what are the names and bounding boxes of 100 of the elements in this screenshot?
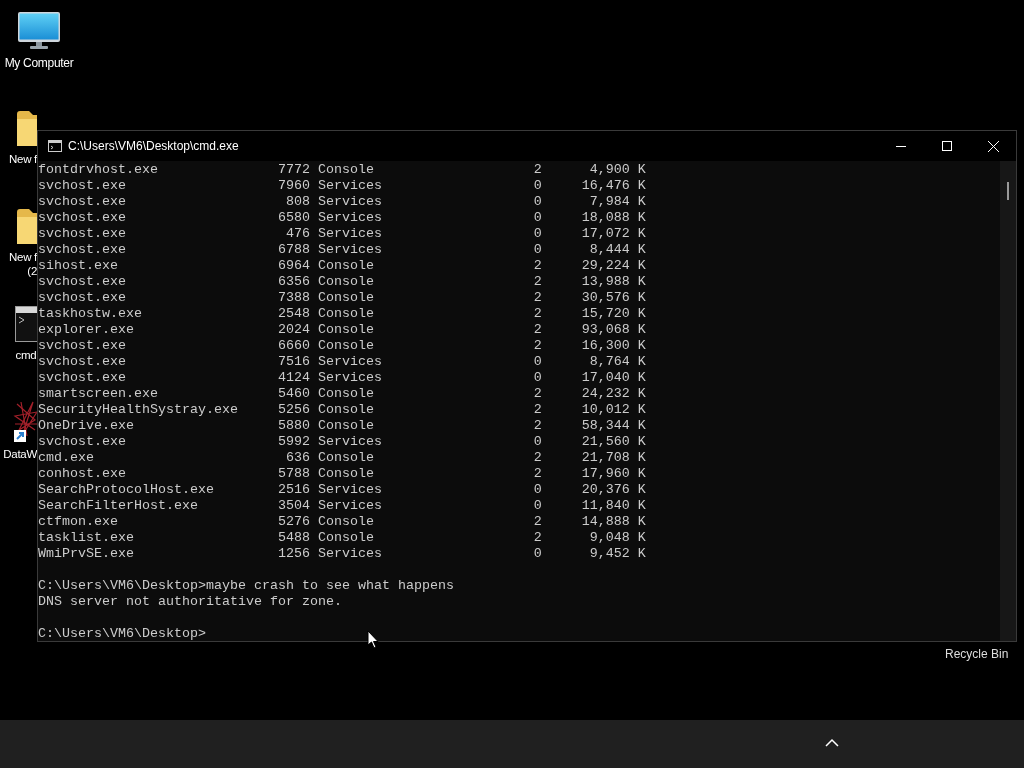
console-cell-text: svchost.exe [38,354,127,370]
console-cell-text: 7516 [276,354,310,370]
console-cell-text: svchost.exe [38,434,127,450]
console-cell-text: Services [316,210,383,226]
scrollbar[interactable] [1000,161,1016,641]
console-cell-text: Console [316,418,375,434]
maximize-icon [942,141,952,151]
console-cell-text: 476 [284,226,310,242]
console-cell-text: Console [316,162,375,178]
console-cell-text: 5880 [276,418,310,434]
console-cell-text: Console [316,258,375,274]
console-cell-text: 6580 [276,210,310,226]
console-cell-text: 7,984 K [588,194,646,210]
console-cell-text: 0 [532,210,542,226]
icon-label: (2 [27,264,37,278]
console-cell-text: 2 [532,530,542,546]
console-cell-text: 0 [532,194,542,210]
console-cell-text: 9,452 K [588,546,646,562]
close-icon [987,140,999,152]
console-cell-text: 9,048 K [588,530,646,546]
console-cell-text: 2 [532,338,542,354]
console-cell-text: 4124 [276,370,310,386]
console-cell-text: 2548 [276,306,310,322]
console-cell-text: 2 [532,274,542,290]
console-cell-text: taskhostw.exe [38,306,143,322]
console-cell-text: 21,560 K [580,434,646,450]
console-cell-text: 93,068 K [580,322,646,338]
console-cell-text: SearchProtocolHost.exe [38,482,215,498]
console-cell-text: SearchFilterHost.exe [38,498,199,514]
icon-label: Recycle Bin [945,647,1009,661]
console-cell-text: SecurityHealthSystray.exe [38,402,239,418]
console-cell-text: 2 [532,466,542,482]
console-cell-text: 13,988 K [580,274,646,290]
command-prompt: C:\Users\VM6\Desktop> [38,578,206,593]
desktop-icon[interactable]: New f [8,110,37,166]
console-cell-text: 10,012 K [580,402,646,418]
scrollbar-thumb[interactable] [1007,182,1009,200]
folder-icon [17,110,37,146]
console-cell-text: Console [316,290,375,306]
console-cell-text: Console [316,274,375,290]
console-cell-text: svchost.exe [38,338,127,354]
console-cell-text: 2 [532,418,542,434]
console-cell-text: 30,576 K [580,290,646,306]
console-icon [48,140,62,152]
console-cell-text: 18,088 K [580,210,646,226]
command-prompt: C:\Users\VM6\Desktop> [38,626,206,641]
console-cell-text: conhost.exe [38,466,127,482]
console-cell-text: 1256 [276,546,310,562]
console-cell-text: OneDrive.exe [38,418,135,434]
console-cell-text: 8,444 K [588,242,646,258]
monitor-icon [18,12,60,50]
console-cell-text: svchost.exe [38,210,127,226]
command-text: maybe crash to see what happens [205,578,454,593]
console-cell-text: 6356 [276,274,310,290]
icon-label: cmd [15,348,37,362]
console-cell-text: 2 [532,290,542,306]
icon-label: DataW [3,447,37,461]
desktop-icon[interactable]: New f (2 [8,208,37,278]
console-cell-text: 2 [532,258,542,274]
console-cell-text: 2024 [276,322,310,338]
console-cell-text: 17,040 K [580,370,646,386]
console-cell-text: explorer.exe [38,322,135,338]
console-cell-text: 0 [532,546,542,562]
console-cell-text: 0 [532,482,542,498]
icon-label: My Computer [4,56,74,70]
console-cell-text: svchost.exe [38,370,127,386]
console-cell-text: 7772 [276,162,310,178]
console-cell-text: svchost.exe [38,226,127,242]
console-cell-text: 2 [532,306,542,322]
console-cell-text: Services [316,226,383,242]
console-cell-text: Console [316,530,375,546]
console-cell-text: 21,708 K [580,450,646,466]
console-cell-text: 5788 [276,466,310,482]
desktop-icon[interactable]: DataW [1,400,37,461]
console-cell-text: 2516 [276,482,310,498]
console-cell-text: Services [316,434,383,450]
desktop-icon[interactable]: cmd [15,306,37,362]
console-cell-text: svchost.exe [38,178,127,194]
console-cell-text: 2 [532,162,542,178]
console-cell-text: 5488 [276,530,310,546]
console-cell-text: svchost.exe [38,290,127,306]
console-cell-text: Services [316,242,383,258]
app-icon [13,400,37,444]
console-cell-text: 808 [284,194,310,210]
desktop-icon[interactable]: My Computer [0,12,78,70]
console-cell-text: Services [316,194,383,210]
console-cell-text: 15,720 K [580,306,646,322]
console-cell-text: 6964 [276,258,310,274]
console-cell-text: 17,072 K [580,226,646,242]
console-cell-text: Console [316,402,375,418]
console-cell-text: svchost.exe [38,194,127,210]
console-cell-text: Console [316,338,375,354]
console-cell-text: Console [316,466,375,482]
console-cell-text: Services [316,370,383,386]
chevron-up-icon[interactable] [825,738,839,748]
command-output: DNS server not authoritative for zone. [38,594,343,610]
console-cell-text: 2 [532,514,542,530]
console-cell-text: Services [316,498,383,514]
console-cell-text: 7388 [276,290,310,306]
minimize-icon [896,145,906,147]
